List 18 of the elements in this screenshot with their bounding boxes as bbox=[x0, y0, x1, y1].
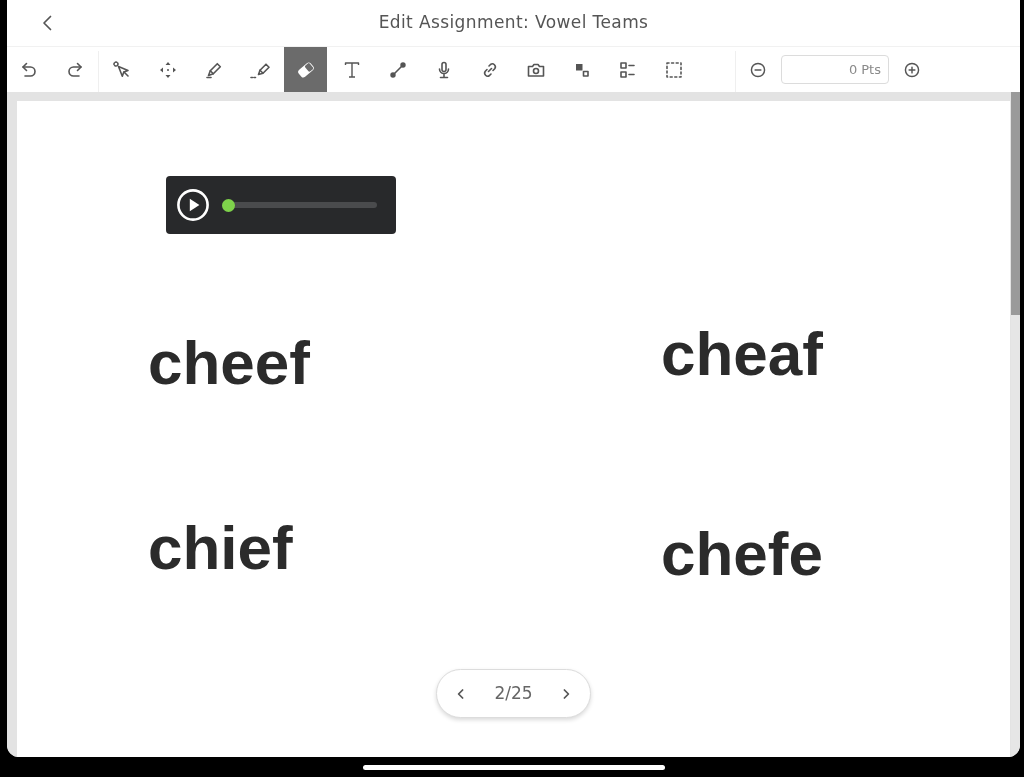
progress-thumb[interactable] bbox=[222, 198, 235, 212]
play-button[interactable] bbox=[177, 189, 209, 221]
word-text: chefe bbox=[661, 523, 823, 585]
line-icon bbox=[387, 59, 408, 80]
plus-circle-icon bbox=[903, 60, 921, 79]
minus-circle-icon bbox=[749, 60, 767, 79]
word-text: cheef bbox=[148, 332, 310, 394]
dashed-square-icon bbox=[663, 59, 684, 80]
checklist-icon bbox=[617, 59, 638, 80]
word-text: cheaf bbox=[661, 323, 823, 385]
cursor-arrow-icon bbox=[111, 59, 132, 80]
page-counter: 2/25 bbox=[494, 681, 533, 705]
word-text: chief bbox=[148, 517, 293, 579]
points-field[interactable]: 0 Pts bbox=[781, 55, 889, 84]
page-title: Edit Assignment: Vowel Teams bbox=[378, 11, 649, 35]
play-icon bbox=[177, 189, 209, 221]
scrollbar-thumb[interactable] bbox=[1011, 92, 1020, 315]
eraser-tool[interactable] bbox=[284, 47, 327, 92]
